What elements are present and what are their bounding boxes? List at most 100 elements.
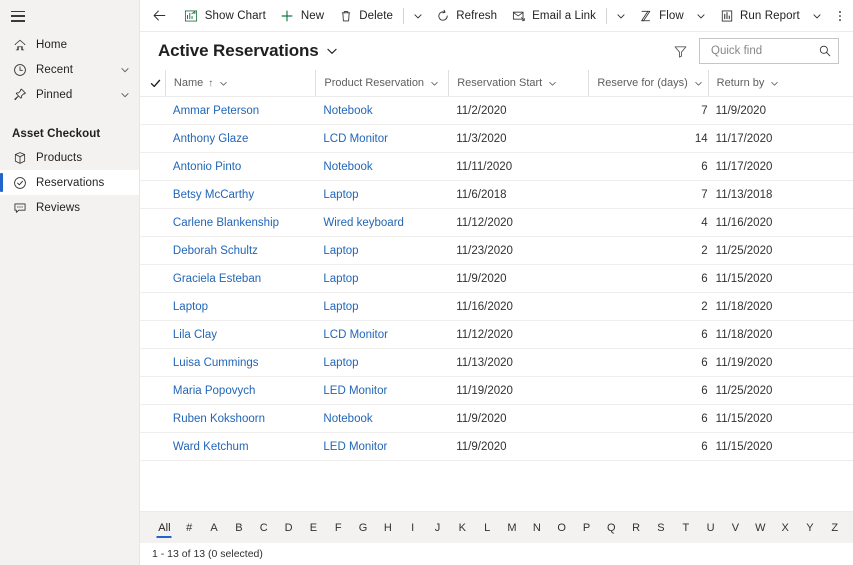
cell-name[interactable]: Lila Clay bbox=[164, 320, 316, 349]
cell-name-link[interactable]: Graciela Esteban bbox=[173, 273, 261, 285]
chevron-down-icon[interactable] bbox=[770, 79, 779, 88]
alpha-index-d[interactable]: D bbox=[276, 517, 301, 539]
cell-product-reservation[interactable]: LCD Monitor bbox=[315, 320, 449, 349]
row-select-cell[interactable] bbox=[140, 96, 165, 125]
cell-name-link[interactable]: Maria Popovych bbox=[173, 385, 255, 397]
chevron-down-icon[interactable] bbox=[430, 79, 439, 88]
column-header-product-reservation[interactable]: Product Reservation bbox=[315, 70, 449, 97]
table-row[interactable]: Carlene Blankenship Wired keyboard 11/12/2… bbox=[140, 208, 853, 237]
cell-product-reservation-link[interactable]: Laptop bbox=[323, 189, 358, 201]
sidebar-item-pinned[interactable]: Pinned bbox=[0, 82, 139, 107]
row-select-cell[interactable] bbox=[140, 404, 165, 433]
cell-product-reservation-link[interactable]: Notebook bbox=[323, 105, 372, 117]
cell-name-link[interactable]: Luisa Cummings bbox=[173, 357, 259, 369]
cell-name[interactable]: Anthony Glaze bbox=[164, 124, 316, 153]
cell-product-reservation[interactable]: Laptop bbox=[315, 264, 449, 293]
cell-product-reservation[interactable]: Laptop bbox=[315, 180, 449, 209]
cell-product-reservation[interactable]: Laptop bbox=[315, 348, 449, 377]
table-row[interactable]: Betsy McCarthy Laptop 11/6/2018 7 11/13/2018 bbox=[140, 180, 853, 209]
cell-product-reservation-link[interactable]: Notebook bbox=[323, 161, 372, 173]
row-select-cell[interactable] bbox=[140, 292, 165, 321]
table-row[interactable]: Ward Ketchum LED Monitor 11/9/2020 6 11/15/2… bbox=[140, 432, 853, 461]
alpha-index-q[interactable]: Q bbox=[599, 517, 624, 539]
row-select-cell[interactable] bbox=[140, 348, 165, 377]
cell-name-link[interactable]: Ward Ketchum bbox=[173, 441, 249, 453]
cell-name-link[interactable]: Lila Clay bbox=[173, 329, 217, 341]
column-header-reservation-start[interactable]: Reservation Start bbox=[448, 70, 589, 97]
run-report-button[interactable]: Run Report bbox=[712, 2, 807, 30]
alpha-index-t[interactable]: T bbox=[673, 517, 698, 539]
filter-icon[interactable] bbox=[667, 38, 693, 64]
sidebar-item-home[interactable]: Home bbox=[0, 32, 139, 57]
alpha-index-i[interactable]: I bbox=[400, 517, 425, 539]
alpha-index-y[interactable]: Y bbox=[798, 517, 823, 539]
column-header-reserve-for-days[interactable]: Reserve for (days) bbox=[588, 70, 708, 97]
delete-caret-icon[interactable] bbox=[407, 2, 428, 30]
site-map-hamburger-icon[interactable] bbox=[11, 10, 25, 22]
chevron-down-icon[interactable] bbox=[326, 45, 338, 57]
cell-product-reservation[interactable]: Notebook bbox=[315, 404, 449, 433]
cell-name-link[interactable]: Deborah Schultz bbox=[173, 245, 258, 257]
cell-product-reservation-link[interactable]: Notebook bbox=[323, 413, 372, 425]
row-select-cell[interactable] bbox=[140, 208, 165, 237]
alpha-index-b[interactable]: B bbox=[226, 517, 251, 539]
alpha-index-a[interactable]: A bbox=[202, 517, 227, 539]
quick-find-box[interactable] bbox=[699, 38, 839, 64]
new-button[interactable]: New bbox=[273, 2, 331, 30]
alpha-index-c[interactable]: C bbox=[251, 517, 276, 539]
cell-name-link[interactable]: Betsy McCarthy bbox=[173, 189, 254, 201]
cell-product-reservation[interactable]: Wired keyboard bbox=[315, 208, 449, 237]
alpha-index-all[interactable]: All bbox=[152, 517, 177, 539]
alpha-index-p[interactable]: P bbox=[574, 517, 599, 539]
select-all-column[interactable] bbox=[140, 70, 165, 97]
flow-caret-icon[interactable] bbox=[691, 2, 712, 30]
back-arrow-icon[interactable] bbox=[144, 2, 175, 30]
cell-product-reservation[interactable]: Notebook bbox=[315, 96, 449, 125]
cell-product-reservation-link[interactable]: Laptop bbox=[323, 357, 358, 369]
cell-name[interactable]: Laptop bbox=[164, 292, 316, 321]
cell-product-reservation-link[interactable]: Wired keyboard bbox=[323, 217, 404, 229]
cell-product-reservation[interactable]: LCD Monitor bbox=[315, 124, 449, 153]
row-select-cell[interactable] bbox=[140, 432, 165, 461]
alpha-index-j[interactable]: J bbox=[425, 517, 450, 539]
table-row[interactable]: Deborah Schultz Laptop 11/23/2020 2 11/25/20… bbox=[140, 236, 853, 265]
cell-name[interactable]: Ammar Peterson bbox=[164, 96, 316, 125]
table-row[interactable]: Ruben Kokshoorn Notebook 11/9/2020 6 11/15/2… bbox=[140, 404, 853, 433]
delete-button[interactable]: Delete bbox=[331, 2, 400, 30]
table-row[interactable]: Graciela Esteban Laptop 11/9/2020 6 11/15/20… bbox=[140, 264, 853, 293]
refresh-button[interactable]: Refresh bbox=[428, 2, 504, 30]
alpha-index-v[interactable]: V bbox=[723, 517, 748, 539]
alpha-index-u[interactable]: U bbox=[698, 517, 723, 539]
cell-product-reservation[interactable]: LED Monitor bbox=[315, 376, 449, 405]
cell-product-reservation-link[interactable]: LCD Monitor bbox=[323, 329, 388, 341]
alpha-index-m[interactable]: M bbox=[500, 517, 525, 539]
table-row[interactable]: Ammar Peterson Notebook 11/2/2020 7 11/9/202… bbox=[140, 96, 853, 125]
alpha-index-r[interactable]: R bbox=[624, 517, 649, 539]
alpha-index-w[interactable]: W bbox=[748, 517, 773, 539]
alpha-index-k[interactable]: K bbox=[450, 517, 475, 539]
cell-product-reservation[interactable]: Laptop bbox=[315, 236, 449, 265]
cell-product-reservation[interactable]: Notebook bbox=[315, 152, 449, 181]
alpha-index-e[interactable]: E bbox=[301, 517, 326, 539]
cell-name-link[interactable]: Ammar Peterson bbox=[173, 105, 259, 117]
alpha-index-g[interactable]: G bbox=[351, 517, 376, 539]
column-header-name[interactable]: Name ↑ bbox=[164, 70, 316, 97]
search-icon[interactable] bbox=[817, 44, 832, 58]
alpha-index-h[interactable]: H bbox=[375, 517, 400, 539]
cell-product-reservation-link[interactable]: Laptop bbox=[323, 245, 358, 257]
table-row[interactable]: Maria Popovych LED Monitor 11/19/2020 6 11/2… bbox=[140, 376, 853, 405]
cell-product-reservation-link[interactable]: Laptop bbox=[323, 301, 358, 313]
row-select-cell[interactable] bbox=[140, 152, 165, 181]
cell-name[interactable]: Ward Ketchum bbox=[164, 432, 316, 461]
sidebar-item-reviews[interactable]: Reviews bbox=[0, 195, 139, 220]
cell-name-link[interactable]: Carlene Blankenship bbox=[173, 217, 279, 229]
cell-name-link[interactable]: Ruben Kokshoorn bbox=[173, 413, 265, 425]
cell-name[interactable]: Ruben Kokshoorn bbox=[164, 404, 316, 433]
sidebar-item-recent[interactable]: Recent bbox=[0, 57, 139, 82]
cell-product-reservation-link[interactable]: LED Monitor bbox=[323, 441, 387, 453]
cell-name-link[interactable]: Antonio Pinto bbox=[173, 161, 241, 173]
chevron-down-icon[interactable] bbox=[548, 79, 557, 88]
alpha-index-z[interactable]: Z bbox=[822, 517, 847, 539]
column-header-return-by[interactable]: Return by bbox=[707, 70, 853, 97]
chevron-down-icon[interactable] bbox=[119, 64, 131, 76]
